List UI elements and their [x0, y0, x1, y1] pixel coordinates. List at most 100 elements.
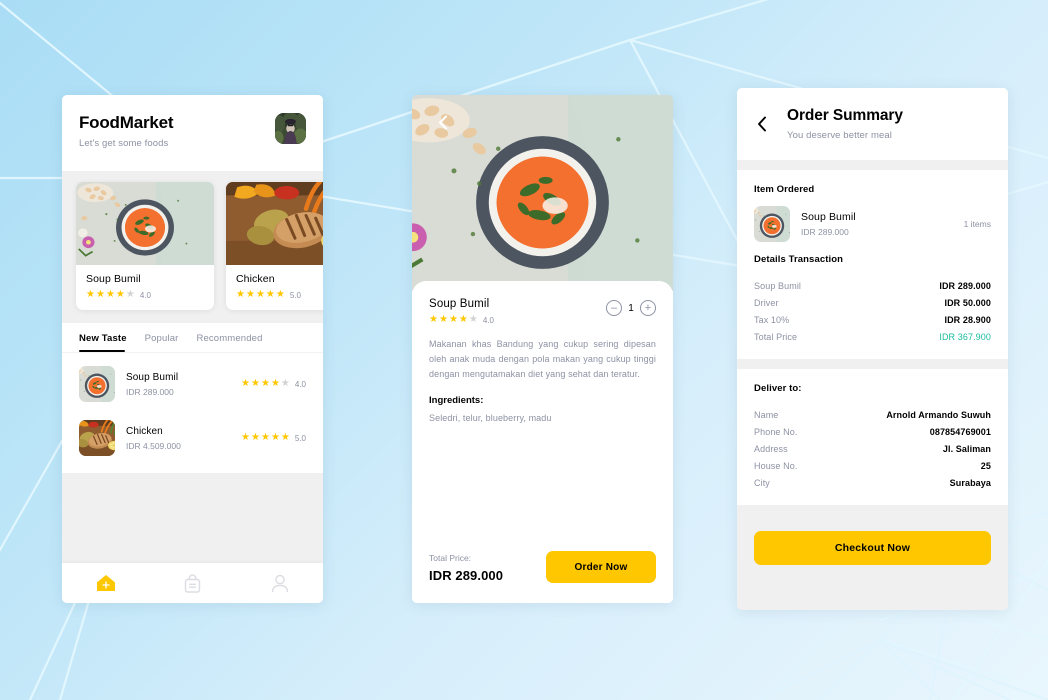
star-icon-empty: ★	[125, 289, 135, 300]
detail-total-block: Total Price: IDR 289.000	[429, 553, 503, 583]
deliver-value: 25	[980, 460, 991, 471]
star-icon: ★	[280, 432, 290, 443]
deliver-to-card: Deliver to: Name Arnold Armando Suwuh Ph…	[737, 369, 1008, 505]
home-header-text: FoodMarket Let's get some foods	[79, 113, 174, 149]
list-item[interactable]: Chicken IDR 4.509.000 ★ ★ ★ ★ ★ 5.0	[79, 411, 306, 465]
section-divider	[737, 160, 1008, 170]
rating: ★ ★ ★ ★ ★ 4.0	[241, 379, 306, 389]
app-title: FoodMarket	[79, 113, 174, 132]
transaction-row: Tax 10% IDR 28.900	[754, 311, 991, 328]
transaction-value: IDR 289.000	[939, 280, 991, 291]
bottom-navigation[interactable]	[62, 563, 323, 603]
detail-food-name: Soup Bumil	[429, 298, 490, 310]
star-icon-empty: ★	[468, 314, 478, 325]
star-icon: ★	[86, 289, 95, 300]
ordered-item-price: IDR 289.000	[801, 227, 849, 237]
list-item-name: Soup Bumil	[126, 371, 179, 383]
ordered-item-name: Soup Bumil	[801, 211, 856, 223]
category-tabs[interactable]: New Taste Popular Recommended	[62, 323, 323, 353]
deliver-row: Address Jl. Saliman	[754, 440, 991, 457]
shopping-bag-icon	[184, 573, 201, 593]
deliver-row: City Surabaya	[754, 474, 991, 491]
star-icon: ★	[275, 289, 285, 300]
list-item-name: Chicken	[126, 425, 163, 437]
food-carousel[interactable]: Soup Bumil ★ ★ ★ ★ ★ 4.0 Chicken ★ ★ ★ ★…	[62, 171, 323, 310]
star-icon: ★	[95, 289, 105, 300]
avatar[interactable]	[275, 113, 306, 144]
star-icon: ★	[241, 378, 250, 389]
nav-orders[interactable]	[176, 570, 210, 596]
deliver-value: Jl. Saliman	[942, 443, 991, 454]
tab-popular[interactable]: Popular	[145, 333, 179, 352]
ordered-item-info: Soup Bumil IDR 289.000	[801, 211, 964, 237]
star-icon: ★	[255, 289, 265, 300]
screens-container: FoodMarket Let's get some foods Soup Bum…	[0, 0, 1048, 700]
details-transaction-label: Details Transaction	[754, 254, 844, 265]
list-item-info: Soup Bumil IDR 289.000	[126, 372, 241, 397]
deliver-row: Phone No. 087854769001	[754, 423, 991, 440]
detail-title-block: Soup Bumil ★ ★ ★ ★ ★ 4.0	[429, 298, 494, 325]
star-icon: ★	[115, 289, 125, 300]
chevron-left-icon	[438, 114, 448, 130]
summary-footer: Checkout Now	[737, 515, 1008, 565]
order-now-button[interactable]: Order Now	[546, 551, 656, 583]
quantity-stepper[interactable]: – 1 +	[606, 298, 656, 316]
rating: ★ ★ ★ ★ ★ 4.0	[86, 290, 204, 300]
decrease-quantity-button[interactable]: –	[606, 300, 622, 316]
total-price-value: IDR 289.000	[429, 568, 504, 583]
nav-profile[interactable]	[263, 570, 297, 596]
deliver-key: City	[754, 477, 770, 488]
carousel-card[interactable]: Chicken ★ ★ ★ ★ ★ 5.0	[226, 182, 323, 310]
page-title: Order Summary	[787, 107, 903, 124]
item-ordered-label: Item Ordered	[754, 184, 815, 195]
list-item-info: Chicken IDR 4.509.000	[126, 426, 241, 451]
nav-home[interactable]	[89, 570, 123, 596]
star-icon: ★	[251, 378, 260, 389]
rating-value: 4.0	[139, 290, 151, 300]
deliver-to-label: Deliver to:	[754, 383, 802, 394]
rating: ★ ★ ★ ★ ★ 5.0	[241, 433, 306, 443]
deliver-value: 087854769001	[929, 426, 991, 437]
food-list: Soup Bumil IDR 289.000 ★ ★ ★ ★ ★ 4.0 Chi…	[62, 353, 323, 473]
rating-value: 5.0	[294, 433, 306, 443]
star-icon: ★	[265, 289, 275, 300]
deliver-key: Address	[754, 443, 788, 454]
checkout-now-button[interactable]: Checkout Now	[754, 531, 991, 565]
detail-back-button[interactable]	[434, 113, 452, 131]
transaction-details-list: Soup Bumil IDR 289.000 Driver IDR 50.000…	[754, 277, 991, 345]
star-icon: ★	[245, 289, 255, 300]
detail-heading-row: Soup Bumil ★ ★ ★ ★ ★ 4.0 – 1 +	[429, 298, 656, 325]
list-item[interactable]: Soup Bumil IDR 289.000 ★ ★ ★ ★ ★ 4.0	[79, 357, 306, 411]
rating-value: 5.0	[289, 290, 301, 300]
transaction-value: IDR 50.000	[944, 297, 991, 308]
summary-header: Order Summary You deserve better meal	[737, 88, 1008, 160]
carousel-card[interactable]: Soup Bumil ★ ★ ★ ★ ★ 4.0	[76, 182, 214, 310]
rating: ★ ★ ★ ★ ★ 5.0	[236, 290, 323, 300]
carousel-card-caption: Chicken ★ ★ ★ ★ ★ 5.0	[226, 265, 323, 310]
quantity-value: 1	[628, 302, 634, 314]
summary-back-button[interactable]	[757, 115, 771, 133]
star-icon: ★	[251, 432, 260, 443]
detail-hero	[412, 95, 673, 291]
app-tagline: Let's get some foods	[79, 138, 169, 149]
summary-title-block: Order Summary You deserve better meal	[787, 107, 903, 141]
carousel-card-caption: Soup Bumil ★ ★ ★ ★ ★ 4.0	[76, 265, 214, 310]
star-icon: ★	[260, 378, 270, 389]
tab-new-taste[interactable]: New Taste	[79, 333, 127, 352]
increase-quantity-button[interactable]: +	[640, 300, 656, 316]
carousel-card-name: Chicken	[236, 273, 275, 285]
rating: ★ ★ ★ ★ ★ 4.0	[429, 315, 494, 325]
tab-recommended[interactable]: Recommended	[196, 333, 262, 352]
rating-value: 4.0	[294, 379, 306, 389]
chevron-left-icon	[758, 116, 766, 132]
total-price-label: Total Price:	[429, 553, 472, 563]
star-icon: ★	[448, 314, 458, 325]
page-subtitle: You deserve better meal	[787, 130, 892, 141]
star-icon: ★	[270, 432, 280, 443]
ordered-item-row: Soup Bumil IDR 289.000 1 items	[754, 206, 991, 242]
deliver-row: House No. 25	[754, 457, 991, 474]
star-icon: ★	[105, 289, 115, 300]
star-icon: ★	[458, 314, 468, 325]
section-divider	[737, 359, 1008, 369]
order-details-card: Item Ordered Soup Bumil IDR 289.000 1 it…	[737, 170, 1008, 359]
